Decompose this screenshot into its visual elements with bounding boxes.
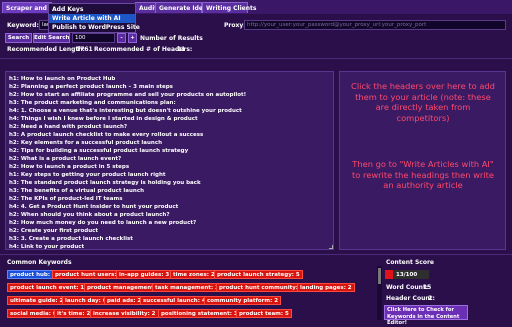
proxy-input[interactable]: http://your_user:your_password@your_prox… (244, 20, 506, 30)
divider (0, 254, 512, 255)
divider (0, 58, 512, 59)
keyword-tag[interactable]: time zones: 2 (170, 270, 218, 279)
header-item[interactable]: h2: Tips for building a successful produ… (9, 148, 188, 154)
common-keywords-title: Common Keywords (7, 259, 72, 266)
keyword-tag[interactable]: product team: 5 (236, 309, 292, 318)
keyword-tag[interactable]: ultimate guide: 2 (7, 296, 67, 305)
resize-handle[interactable] (329, 245, 333, 249)
header-item[interactable]: h2: How to launch a product in 5 steps (9, 164, 129, 170)
header-item[interactable]: h2: How to start an affiliate programme … (9, 92, 246, 98)
header-item[interactable]: h2: Create your first product (9, 228, 98, 234)
increment-button[interactable]: + (128, 33, 137, 43)
competitor-headers-list[interactable]: h1: How to launch on Product Hub h2: Pla… (5, 71, 334, 250)
keyword-label: Keyword: (7, 22, 39, 29)
keyword-tag[interactable]: task management: 3 (152, 283, 222, 292)
content-score-fill (385, 270, 393, 279)
menu-item-add-keys[interactable]: Add Keys (49, 5, 135, 14)
header-item[interactable]: h4: Link to your product (9, 244, 84, 249)
header-item[interactable]: h2: Planning a perfect product launch – … (9, 84, 173, 90)
instructions-text-2: Then go to "Write Articles with AI" to r… (352, 159, 494, 191)
header-item[interactable]: h2: The KPIs of product-led IT teams (9, 196, 123, 202)
tab-scraper-and-editor[interactable]: Scraper and Ed (2, 2, 57, 13)
header-item[interactable]: h4: 1. Choose a venue that's interesting… (9, 108, 242, 114)
tab-generate-ideas[interactable]: Generate Ideas (155, 2, 211, 13)
recommended-headers-value: 21 (177, 46, 186, 53)
content-score-value: 13/100 (396, 272, 418, 278)
header-item[interactable]: h3: 3. Create a product launch checklist (9, 236, 133, 242)
header-item[interactable]: h1: Key steps to getting your product la… (9, 172, 166, 178)
header-item[interactable]: h2: Key elements for a successful produc… (9, 140, 162, 146)
word-count-label: Word Count: (386, 284, 429, 291)
keyword-tag[interactable]: product hunt users: 2 (52, 270, 126, 279)
decrement-button[interactable]: - (117, 33, 126, 43)
menu-item-write-article-with-ai[interactable]: Write Article with AI (49, 14, 135, 23)
instructions-panel: Click the headers over here to add them … (339, 71, 506, 250)
keyword-tag[interactable]: social media: 6 (7, 309, 60, 318)
keyword-tag[interactable]: successful launch: 4 (140, 296, 209, 305)
content-score-title: Content Score (386, 259, 434, 266)
header-item[interactable]: h2: When should you think about a produc… (9, 212, 170, 218)
keyword-tag[interactable]: community platform: 2 (204, 296, 282, 305)
dropdown-menu: Add Keys Write Article with AI Publish t… (48, 3, 140, 33)
header-count-value: 2 (428, 295, 433, 302)
instructions-text-1: Click the headers over here to add them … (351, 81, 495, 123)
recommended-length-label: Recommended Length: (7, 46, 85, 53)
header-item[interactable]: h2: What is a product launch event? (9, 156, 121, 162)
results-label: Number of Results (140, 35, 203, 42)
keyword-tag[interactable]: positioning statement: 3 (158, 309, 241, 318)
header-item[interactable]: h4: Things I wish I knew before I starte… (9, 116, 198, 122)
keyword-tag[interactable]: product launch strategy: 5 (214, 270, 303, 279)
header-item[interactable]: h2: How much money do you need to launch… (9, 220, 196, 226)
header-item[interactable]: h3: The benefits of a virtual product la… (9, 188, 144, 194)
header-item[interactable]: h3: A product launch checklist to make e… (9, 132, 203, 138)
header-item[interactable]: h4: 4. Get a Product Hunt insider to hun… (9, 204, 178, 210)
header-item[interactable]: h3: The product marketing and communicat… (9, 100, 176, 106)
keyword-tag[interactable]: product hunt community: 8 (216, 283, 307, 292)
edit-search-button[interactable]: Edit Search (33, 33, 70, 43)
search-button[interactable]: Search (5, 33, 32, 43)
keywords-scrollbar-thumb[interactable] (378, 268, 381, 284)
keyword-tag[interactable]: paid ads: 2 (104, 296, 145, 305)
keyword-tag[interactable]: product launch event: 12 (7, 283, 91, 292)
keyword-tag[interactable]: launch day: 6 (62, 296, 110, 305)
menu-item-publish-to-wordpress[interactable]: Publish to WordPress Site (49, 23, 140, 32)
keyword-tag[interactable]: it's time: 2 (54, 309, 94, 318)
keyword-tag[interactable]: landing pages: 2 (297, 283, 355, 292)
results-count-input[interactable]: 100 (72, 33, 115, 43)
header-item[interactable]: h3: The standard product launch strategy… (9, 180, 201, 186)
tab-writing-clients[interactable]: Writing Clients (202, 2, 256, 13)
header-item[interactable]: h1: How to launch on Product Hub (9, 76, 115, 82)
proxy-label: Proxy: (224, 22, 246, 29)
check-keywords-button[interactable]: Click Here to Check for Keywords in the … (384, 305, 468, 326)
common-keywords-panel: product hub: 3 product hunt users: 2 in-… (4, 266, 376, 320)
word-count-value: 15 (423, 284, 432, 291)
header-item[interactable]: h2: Need a hand with product launch? (9, 124, 127, 130)
keyword-tag[interactable]: increase visibility: 2 (90, 309, 159, 318)
recommended-length-value: 1761 (76, 46, 93, 53)
tab-audit[interactable]: Audit (135, 2, 157, 13)
keyword-tag[interactable]: in-app guides: 3 (116, 270, 173, 279)
